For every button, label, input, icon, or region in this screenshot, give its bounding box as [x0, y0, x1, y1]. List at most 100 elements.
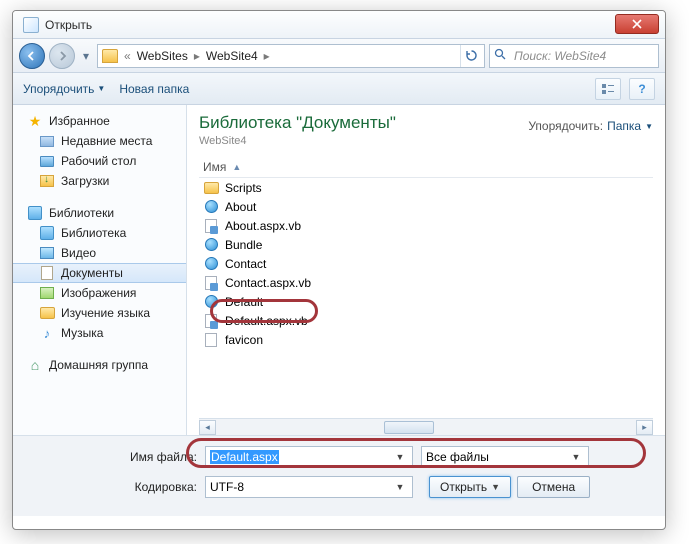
web-icon	[205, 257, 218, 270]
file-name: Contact.aspx.vb	[225, 276, 311, 290]
file-name: About	[225, 200, 256, 214]
library-icon	[28, 206, 42, 220]
folder-icon	[204, 182, 219, 194]
cancel-button[interactable]: Отмена	[517, 476, 590, 498]
tree-item-lang[interactable]: Изучение языка	[13, 303, 186, 323]
file-row[interactable]: Default	[199, 292, 653, 311]
file-name: About.aspx.vb	[225, 219, 301, 233]
search-input[interactable]: Поиск: WebSite4	[489, 44, 659, 68]
close-button[interactable]	[615, 14, 659, 34]
tree-homegroup[interactable]: ⌂Домашняя группа	[13, 355, 186, 375]
scroll-thumb[interactable]	[384, 421, 434, 434]
dialog-footer: Имя файла: Default.aspx ▼ Все файлы ▼ Ко…	[13, 435, 665, 516]
view-icon	[601, 83, 615, 95]
help-icon: ?	[638, 82, 645, 96]
file-row[interactable]: Scripts	[199, 178, 653, 197]
homegroup-icon: ⌂	[27, 357, 43, 373]
history-dropdown[interactable]: ▾	[79, 47, 93, 65]
tree-favorites[interactable]: ★Избранное	[13, 111, 186, 131]
tree-item-recent[interactable]: Недавние места	[13, 131, 186, 151]
window-title: Открыть	[45, 18, 92, 32]
titlebar: Открыть	[13, 11, 665, 39]
file-row[interactable]: About.aspx.vb	[199, 216, 653, 235]
tree-item-library[interactable]: Библиотека	[13, 223, 186, 243]
breadcrumb-sep: «	[124, 49, 131, 63]
breadcrumb[interactable]: WebSites	[137, 49, 188, 63]
tree-item-images[interactable]: Изображения	[13, 283, 186, 303]
document-icon	[41, 266, 53, 280]
open-button[interactable]: Открыть▼	[429, 476, 511, 498]
folder-icon	[102, 49, 118, 63]
tree-item-desktop[interactable]: Рабочий стол	[13, 151, 186, 171]
music-icon: ♪	[39, 325, 55, 341]
encoding-label: Кодировка:	[27, 480, 197, 494]
file-name: Default.aspx.vb	[225, 314, 308, 328]
chevron-right-icon: ▸	[264, 49, 270, 63]
file-row[interactable]: Contact	[199, 254, 653, 273]
file-name: favicon	[225, 333, 263, 347]
scroll-track[interactable]	[216, 420, 636, 435]
ico-icon	[205, 333, 217, 347]
chevron-down-icon[interactable]: ▼	[392, 482, 408, 492]
file-row[interactable]: Contact.aspx.vb	[199, 273, 653, 292]
refresh-button[interactable]	[460, 45, 482, 67]
back-button[interactable]	[19, 43, 45, 69]
filetype-select[interactable]: Все файлы ▼	[421, 446, 589, 468]
arrow-left-icon	[27, 51, 37, 61]
scroll-left-button[interactable]: ◂	[199, 420, 216, 435]
image-icon	[40, 287, 54, 299]
nav-bar: ▾ « WebSites ▸ WebSite4 ▸ Поиск: WebSite…	[13, 39, 665, 73]
organize-button[interactable]: Упорядочить▼	[23, 82, 105, 96]
view-button[interactable]	[595, 78, 621, 100]
tree-item-documents[interactable]: Документы	[13, 263, 186, 283]
vb-icon	[205, 314, 217, 328]
web-icon	[205, 238, 218, 251]
file-name: Contact	[225, 257, 266, 271]
web-icon	[205, 200, 218, 213]
chevron-down-icon[interactable]: ▼	[392, 452, 408, 462]
download-icon	[40, 175, 54, 187]
chevron-down-icon: ▼	[645, 122, 653, 131]
file-row[interactable]: Bundle	[199, 235, 653, 254]
filename-label: Имя файла:	[27, 450, 197, 464]
arrange-by[interactable]: Упорядочить: Папка ▼	[528, 119, 653, 133]
search-placeholder: Поиск: WebSite4	[514, 49, 606, 63]
arrow-right-icon	[57, 51, 67, 61]
breadcrumb[interactable]: WebSite4	[206, 49, 258, 63]
video-icon	[40, 247, 54, 259]
library-subtitle: WebSite4	[199, 135, 396, 147]
recent-icon	[40, 136, 54, 147]
library-icon	[40, 226, 54, 240]
tree-libraries[interactable]: Библиотеки	[13, 203, 186, 223]
sort-indicator-icon: ▲	[232, 162, 241, 172]
new-folder-button[interactable]: Новая папка	[119, 82, 189, 96]
file-name: Bundle	[225, 238, 262, 252]
tree-item-video[interactable]: Видео	[13, 243, 186, 263]
help-button[interactable]: ?	[629, 78, 655, 100]
address-bar[interactable]: « WebSites ▸ WebSite4 ▸	[97, 44, 485, 68]
chevron-down-icon[interactable]: ▼	[568, 452, 584, 462]
horizontal-scrollbar[interactable]: ◂ ▸	[199, 418, 653, 435]
vb-icon	[205, 219, 217, 233]
star-icon: ★	[27, 113, 43, 129]
toolbar: Упорядочить▼ Новая папка ?	[13, 73, 665, 105]
chevron-down-icon: ▼	[491, 482, 500, 492]
tree-item-downloads[interactable]: Загрузки	[13, 171, 186, 191]
file-row[interactable]: About	[199, 197, 653, 216]
search-icon	[494, 48, 510, 64]
encoding-select[interactable]: UTF-8 ▼	[205, 476, 413, 498]
scroll-right-button[interactable]: ▸	[636, 420, 653, 435]
column-header-name[interactable]: Имя ▲	[199, 157, 653, 178]
filename-input[interactable]: Default.aspx ▼	[205, 446, 413, 468]
refresh-icon	[465, 49, 478, 62]
file-row[interactable]: favicon	[199, 330, 653, 349]
file-name: Default	[225, 295, 263, 309]
tree-item-music[interactable]: ♪Музыка	[13, 323, 186, 343]
library-title: Библиотека "Документы"	[199, 113, 396, 133]
forward-button[interactable]	[49, 43, 75, 69]
web-icon	[205, 295, 218, 308]
file-row[interactable]: Default.aspx.vb	[199, 311, 653, 330]
app-icon	[23, 17, 39, 33]
nav-tree: ★Избранное Недавние места Рабочий стол З…	[13, 105, 187, 435]
close-icon	[632, 19, 642, 29]
